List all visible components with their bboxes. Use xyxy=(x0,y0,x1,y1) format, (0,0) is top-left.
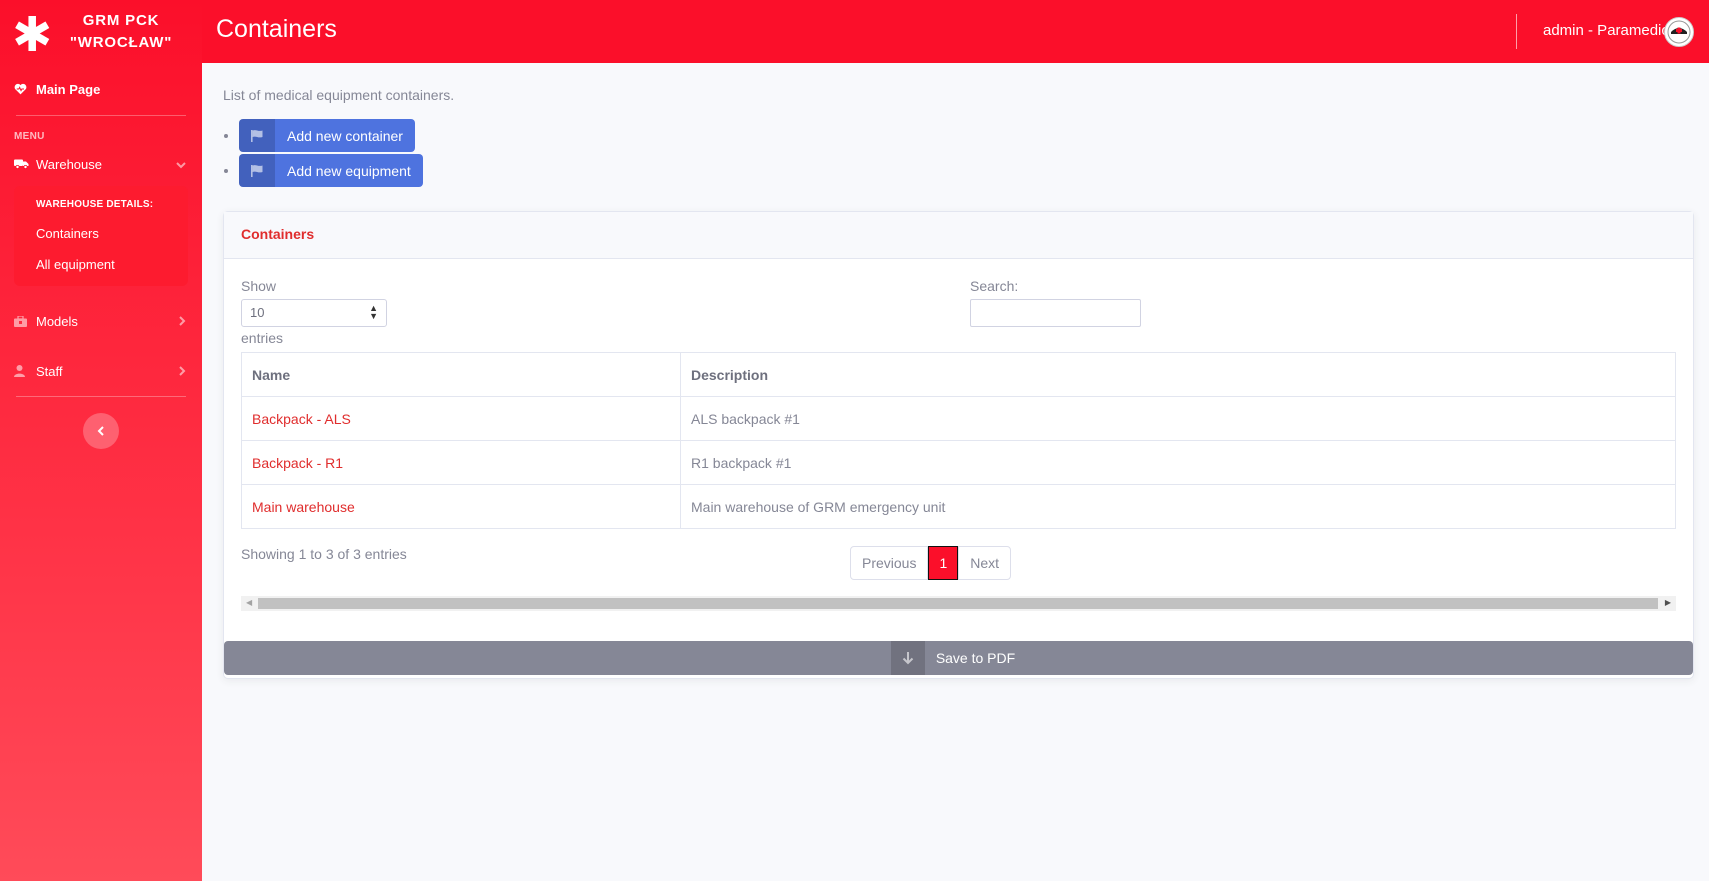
column-header-description[interactable]: Description xyxy=(680,352,1676,397)
briefcase-icon xyxy=(14,315,36,327)
submenu-header: WAREHOUSE DETAILS: xyxy=(36,199,154,210)
scrollbar-thumb[interactable] xyxy=(258,598,1658,609)
page-size-value: 10 xyxy=(250,305,265,320)
avatar-image xyxy=(1667,20,1691,44)
add-new-equipment-button[interactable]: Add new equipment xyxy=(239,154,423,187)
heart-icon xyxy=(14,83,36,95)
sidebar-item-main-page[interactable]: Main Page xyxy=(0,63,202,115)
show-label: Show xyxy=(241,278,277,294)
button-label: Save to PDF xyxy=(935,650,1016,666)
sidebar-item-label: Main Page xyxy=(36,81,101,97)
pagination: Previous 1 Next xyxy=(850,546,1012,580)
horizontal-scrollbar[interactable]: ◀ ▶ xyxy=(241,596,1676,611)
brand-name: GRM PCK "WROCŁAW" xyxy=(46,10,202,54)
sidebar-item-staff[interactable]: Staff xyxy=(0,346,202,396)
chevron-right-icon xyxy=(178,364,186,379)
table-row: Backpack - ALS ALS backpack #1 xyxy=(241,396,1676,441)
save-to-pdf-button[interactable]: Save to PDF xyxy=(224,641,1693,675)
table-info: Showing 1 to 3 of 3 entries xyxy=(241,546,407,562)
chevron-left-icon xyxy=(97,426,104,436)
search-label: Search: xyxy=(970,278,1019,294)
containers-table: Name Description Backpack - ALS ALS back… xyxy=(241,352,1676,529)
sidebar-item-label: Models xyxy=(36,313,78,329)
brand-line-2: "WROCŁAW" xyxy=(69,33,173,51)
submenu-item-all-equipment[interactable]: All equipment xyxy=(14,249,188,280)
topbar-divider xyxy=(1516,14,1517,49)
user-name[interactable]: admin - Paramedic xyxy=(1543,22,1669,39)
flag-icon xyxy=(239,154,275,187)
button-label: Add new container xyxy=(287,127,403,144)
submenu-item-containers[interactable]: Containers xyxy=(14,218,188,249)
entries-label: entries xyxy=(241,330,284,346)
scroll-left-icon[interactable]: ◀ xyxy=(246,598,252,607)
row-description: Main warehouse of GRM emergency unit xyxy=(680,484,1676,529)
table-header-row: Name Description xyxy=(241,352,1676,397)
sidebar-toggle-button[interactable] xyxy=(83,413,119,449)
action-list: Add new container Add new equipment xyxy=(239,119,423,189)
row-name-link[interactable]: Backpack - R1 xyxy=(241,440,681,485)
main-content: List of medical equipment containers. Ad… xyxy=(202,63,1709,881)
sidebar: ✱ GRM PCK "WROCŁAW" Main Page MENU Wareh… xyxy=(0,0,202,881)
row-name-link[interactable]: Main warehouse xyxy=(241,484,681,529)
arrow-down-icon xyxy=(890,641,925,675)
avatar[interactable] xyxy=(1664,17,1694,47)
pagination-page-1[interactable]: 1 xyxy=(928,546,959,580)
brand-line-1: GRM PCK xyxy=(82,11,160,29)
row-description: ALS backpack #1 xyxy=(680,396,1676,441)
scroll-right-icon[interactable]: ▶ xyxy=(1665,598,1671,607)
sidebar-item-label: Warehouse xyxy=(36,156,102,172)
search-input[interactable] xyxy=(970,299,1141,327)
sidebar-divider xyxy=(16,396,186,397)
sidebar-heading: MENU xyxy=(14,131,45,142)
page-size-select[interactable]: 10 ▲ ▼ xyxy=(241,299,387,327)
sidebar-item-warehouse[interactable]: Warehouse xyxy=(0,146,202,182)
button-label: Add new equipment xyxy=(287,162,411,179)
page-title: Containers xyxy=(216,15,337,43)
pagination-previous[interactable]: Previous xyxy=(850,546,929,580)
brand[interactable]: ✱ GRM PCK "WROCŁAW" xyxy=(0,0,202,63)
chevron-down-icon xyxy=(176,157,186,172)
action-list-item: Add new container xyxy=(239,119,423,154)
table-row: Backpack - R1 R1 backpack #1 xyxy=(241,440,1676,485)
chevron-right-icon xyxy=(178,314,186,329)
user-icon xyxy=(14,365,36,377)
select-arrows-icon: ▲ ▼ xyxy=(369,303,378,321)
containers-card: Containers Show 10 ▲ ▼ entries Search: Na… xyxy=(223,211,1694,679)
add-new-container-button[interactable]: Add new container xyxy=(239,119,415,152)
warehouse-submenu: WAREHOUSE DETAILS: Containers All equipm… xyxy=(14,186,188,286)
asterisk-icon: ✱ xyxy=(12,6,53,63)
truck-icon xyxy=(14,158,36,170)
table-row: Main warehouse Main warehouse of GRM eme… xyxy=(241,484,1676,529)
sidebar-item-label: Staff xyxy=(36,363,63,379)
flag-icon xyxy=(239,119,275,152)
sidebar-item-models[interactable]: Models xyxy=(0,296,202,346)
page-description: List of medical equipment containers. xyxy=(223,87,455,103)
action-list-item: Add new equipment xyxy=(239,154,423,189)
pagination-next[interactable]: Next xyxy=(958,546,1012,580)
card-title: Containers xyxy=(224,212,1693,259)
row-name-link[interactable]: Backpack - ALS xyxy=(241,396,681,441)
row-description: R1 backpack #1 xyxy=(680,440,1676,485)
column-header-name[interactable]: Name xyxy=(241,352,681,397)
topbar: Containers admin - Paramedic xyxy=(202,0,1709,63)
